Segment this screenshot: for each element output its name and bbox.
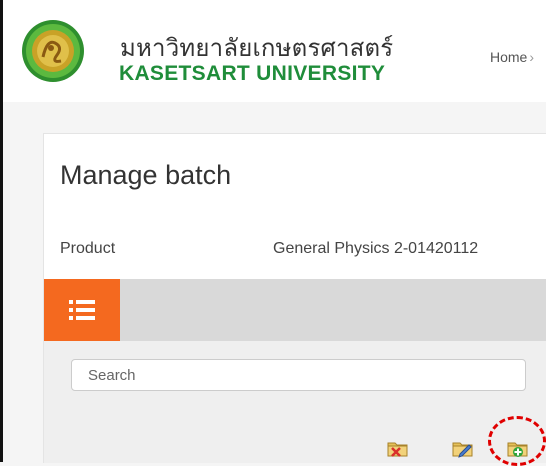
- site-header: มหาวิทยาลัยเกษตรศาสตร์ KASETSART UNIVERS…: [3, 0, 546, 102]
- search-input[interactable]: [71, 359, 526, 391]
- list-menu-button[interactable]: [44, 279, 120, 341]
- product-value: General Physics 2-01420112: [273, 240, 479, 257]
- delete-batch-button[interactable]: [387, 439, 409, 459]
- breadcrumb-home-link[interactable]: Home: [490, 49, 527, 65]
- page-title: Manage batch: [60, 160, 232, 190]
- university-logo: [21, 19, 85, 83]
- search-area: [44, 341, 546, 466]
- breadcrumb: Home ›: [490, 49, 534, 65]
- folder-edit-icon: [452, 442, 473, 458]
- list-icon: [69, 300, 95, 320]
- highlight-annotation: [488, 416, 546, 466]
- breadcrumb-separator: ›: [529, 49, 535, 65]
- folder-delete-icon: [387, 442, 408, 457]
- university-name-english: KASETSART UNIVERSITY: [119, 62, 386, 85]
- content-panel: Manage batch Product General Physics 2-0…: [43, 133, 546, 466]
- edit-batch-button[interactable]: [452, 439, 474, 459]
- product-label: Product: [60, 240, 116, 257]
- panel-toolbar: [44, 279, 546, 341]
